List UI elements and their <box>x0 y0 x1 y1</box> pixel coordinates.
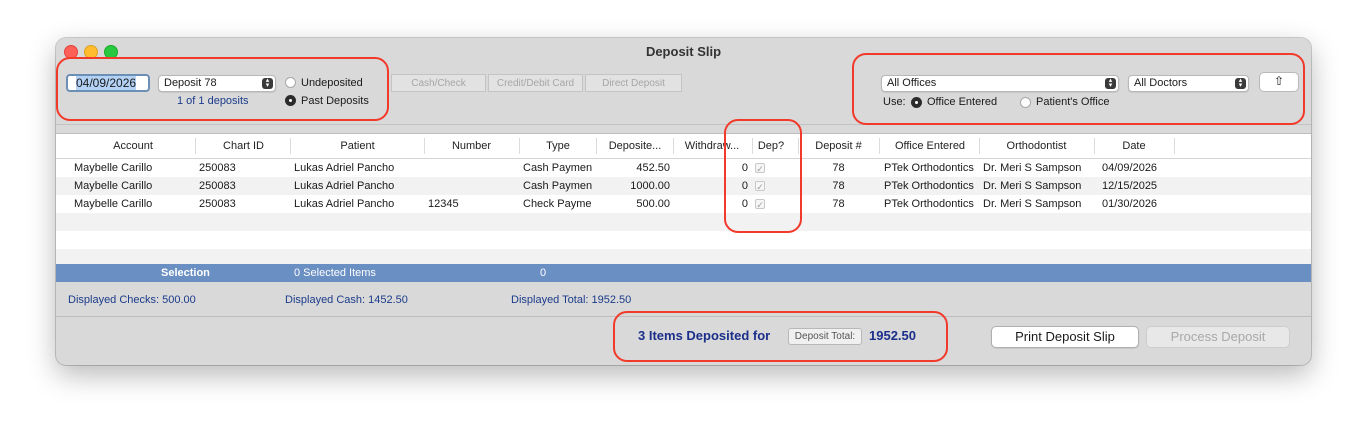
dep-checkbox[interactable]: ✓ <box>755 163 765 174</box>
tab-credit-debit[interactable]: Credit/Debit Card <box>488 74 583 92</box>
doctors-select[interactable]: All Doctors ▴ ▾ <box>1128 75 1249 92</box>
patients-office-label: Patient's Office <box>1036 96 1110 108</box>
stepper-icon: ▴ ▾ <box>1235 77 1246 89</box>
column-header-patient[interactable]: Patient <box>300 140 415 152</box>
radio-past-deposits[interactable] <box>285 95 296 106</box>
column-header-date[interactable]: Date <box>1099 140 1169 152</box>
checkmark-icon: ✓ <box>756 200 764 210</box>
window-title: Deposit Slip <box>645 44 722 59</box>
column-header-chart-id[interactable]: Chart ID <box>206 140 281 152</box>
radio-undeposited[interactable] <box>285 77 296 88</box>
share-button[interactable]: ⇧ <box>1259 72 1299 92</box>
column-header-orthodontist[interactable]: Orthodontist <box>984 140 1089 152</box>
column-header-number[interactable]: Number <box>434 140 509 152</box>
offices-select[interactable]: All Offices ▴ ▾ <box>881 75 1119 92</box>
tab-direct-deposit[interactable]: Direct Deposit <box>585 74 682 92</box>
selection-label: Selection <box>161 267 210 279</box>
deposit-select[interactable]: Deposit 78 ▴ ▾ <box>158 75 276 92</box>
deposits-table: Account Chart ID Patient Number Type Dep… <box>56 133 1311 267</box>
deposit-total-value: 1952.50 <box>869 328 916 343</box>
checkmark-icon: ✓ <box>756 182 764 192</box>
office-entered-label: Office Entered <box>927 96 998 108</box>
date-field[interactable]: 04/09/2026 <box>66 74 150 92</box>
deposit-slip-window: Deposit Slip 04/09/2026 Deposit 78 ▴ ▾ 1 … <box>56 38 1311 365</box>
share-icon: ⇧ <box>1273 74 1285 88</box>
column-header-account[interactable]: Account <box>108 140 158 152</box>
column-header-deposit-number[interactable]: Deposit # <box>806 140 871 152</box>
tab-cash-check[interactable]: Cash/Check <box>391 74 486 92</box>
print-deposit-slip-button[interactable]: Print Deposit Slip <box>991 326 1139 348</box>
column-header-type[interactable]: Type <box>528 140 588 152</box>
selected-items-count: 0 Selected Items <box>294 267 376 279</box>
table-header: Account Chart ID Patient Number Type Dep… <box>56 134 1311 159</box>
displayed-checks: Displayed Checks: 500.00 <box>68 294 196 306</box>
table-row[interactable]: Maybelle Carillo 250083 Lukas Adriel Pan… <box>56 177 1311 195</box>
deposit-total-label: Deposit Total: <box>788 328 862 345</box>
column-header-dep[interactable]: Dep? <box>754 140 788 152</box>
displayed-total: Displayed Total: 1952.50 <box>511 294 632 306</box>
footer-divider <box>56 316 1311 317</box>
table-row[interactable]: Maybelle Carillo 250083 Lukas Adriel Pan… <box>56 195 1311 213</box>
undeposited-label: Undeposited <box>301 77 363 89</box>
use-label: Use: <box>883 96 906 108</box>
selection-bar: Selection 0 Selected Items 0 <box>56 264 1311 282</box>
title-bar: Deposit Slip <box>56 38 1311 64</box>
column-header-withdrawn[interactable]: Withdraw... <box>680 140 744 152</box>
radio-office-entered[interactable] <box>911 97 922 108</box>
divider <box>56 124 1311 125</box>
process-deposit-button[interactable]: Process Deposit <box>1146 326 1290 348</box>
items-deposited-text: 3 Items Deposited for <box>638 328 771 343</box>
dep-checkbox[interactable]: ✓ <box>755 199 765 210</box>
displayed-cash: Displayed Cash: 1452.50 <box>285 294 408 306</box>
deposits-count: 1 of 1 deposits <box>177 95 249 107</box>
selection-value: 0 <box>540 267 547 279</box>
checkmark-icon: ✓ <box>756 164 764 174</box>
table-row-empty <box>56 213 1311 231</box>
column-header-deposited[interactable]: Deposite... <box>602 140 668 152</box>
column-header-office-entered[interactable]: Office Entered <box>884 140 976 152</box>
dep-checkbox[interactable]: ✓ <box>755 181 765 192</box>
past-deposits-label: Past Deposits <box>301 95 369 107</box>
stepper-icon: ▴ ▾ <box>262 77 273 89</box>
table-row[interactable]: Maybelle Carillo 250083 Lukas Adriel Pan… <box>56 159 1311 177</box>
stepper-icon: ▴ ▾ <box>1105 77 1116 89</box>
radio-patients-office[interactable] <box>1020 97 1031 108</box>
